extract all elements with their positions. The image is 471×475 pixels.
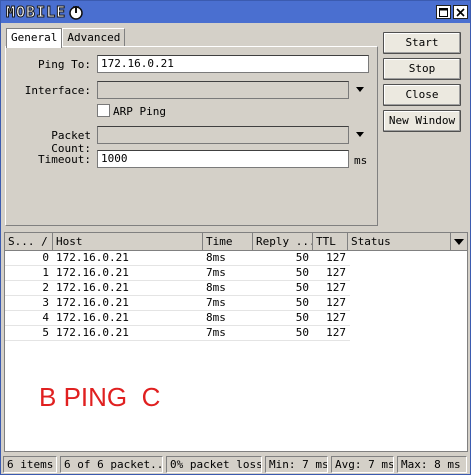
start-button[interactable]: Start [383,32,461,54]
status-bar: 6 items 6 of 6 packet... 0% packet loss … [1,454,470,474]
row-divider [5,310,350,311]
arp-ping-label: ARP Ping [113,105,166,118]
table-row[interactable]: 0 172.16.0.21 8ms 50 127 [5,252,467,264]
column-menu-button[interactable] [451,233,467,251]
new-window-button[interactable]: New Window [383,110,461,132]
timeout-unit: ms [354,154,368,167]
cell-host: 172.16.0.21 [56,267,129,279]
col-ttl-header[interactable]: TTL [313,233,348,251]
cell-time: 8ms [206,312,226,324]
cell-reply: 50 [295,297,309,309]
cell-seq: 1 [42,267,49,279]
status-loss: 0% packet loss [166,456,262,473]
cell-time: 8ms [206,252,226,264]
cell-seq: 2 [42,282,49,294]
table-row[interactable]: 1 172.16.0.21 7ms 50 127 [5,267,467,279]
row-divider [5,265,350,266]
maximize-icon [439,7,448,17]
cell-reply: 50 [295,252,309,264]
cell-host: 172.16.0.21 [56,327,129,339]
cell-time: 8ms [206,282,226,294]
overlay-annotation: B PING C [39,382,161,412]
timeout-label: Timeout: [38,153,91,166]
cell-status [351,297,451,309]
cell-reply: 50 [295,282,309,294]
cell-reply: 50 [295,312,309,324]
interface-label: Interface: [24,84,91,97]
cell-status [351,282,451,294]
ping-window: MOBILE General Advanced Ping To: 172.16.… [0,0,471,475]
row-divider [5,295,350,296]
cell-ttl: 127 [326,312,346,324]
tab-general[interactable]: General [6,28,63,48]
cell-status [351,312,451,324]
col-seq-header[interactable]: S... / [5,233,53,251]
status-items: 6 items [3,456,57,473]
cell-time: 7ms [206,297,226,309]
table-row[interactable]: 5 172.16.0.21 7ms 50 127 [5,327,467,339]
table-row[interactable]: 2 172.16.0.21 8ms 50 127 [5,282,467,294]
close-button[interactable]: Close [383,84,461,106]
results-table[interactable]: S... / Host Time Reply ... TTL Status 01… [4,232,468,452]
arp-ping-checkbox[interactable] [97,104,110,117]
cell-reply: 50 [295,327,309,339]
col-status-header[interactable]: Status [348,233,451,251]
interface-select[interactable] [97,81,349,99]
cell-ttl: 127 [326,267,346,279]
stop-button[interactable]: Stop [383,58,461,80]
tab-advanced[interactable]: Advanced [62,28,126,47]
cell-ttl: 127 [326,252,346,264]
row-divider [5,340,350,341]
table-row[interactable]: 3 172.16.0.21 7ms 50 127 [5,297,467,309]
ping-to-label: Ping To: [38,58,91,71]
cell-host: 172.16.0.21 [56,282,129,294]
cell-time: 7ms [206,267,226,279]
cell-ttl: 127 [326,327,346,339]
packet-count-label: Packet Count: [51,129,91,155]
close-window-button[interactable] [453,5,468,19]
title-bar[interactable]: MOBILE [1,1,470,23]
cell-status [351,327,451,339]
status-max: Max: 8 ms [397,456,467,473]
timeout-input[interactable]: 1000 [97,150,349,168]
logo-mark-icon [69,6,83,20]
cell-host: 172.16.0.21 [56,252,129,264]
cell-reply: 50 [295,267,309,279]
cell-host: 172.16.0.21 [56,297,129,309]
app-logo: MOBILE [4,3,86,22]
interface-dropdown-icon[interactable] [355,85,365,95]
chevron-down-icon [454,239,464,245]
status-min: Min: 7 ms [265,456,328,473]
row-divider [5,280,350,281]
logo-text: MOBILE [5,3,67,22]
cell-seq: 4 [42,312,49,324]
cell-ttl: 127 [326,297,346,309]
maximize-button[interactable] [436,5,451,19]
cell-host: 172.16.0.21 [56,312,129,324]
ping-to-input[interactable]: 172.16.0.21 [97,55,369,73]
tab-bar: General Advanced [6,28,126,48]
cell-ttl: 127 [326,282,346,294]
cell-time: 7ms [206,327,226,339]
col-reply-header[interactable]: Reply ... [253,233,313,251]
col-host-header[interactable]: Host [53,233,203,251]
packet-count-input[interactable] [97,126,349,144]
close-icon [456,7,465,17]
status-avg: Avg: 7 ms [331,456,394,473]
table-header: S... / Host Time Reply ... TTL Status [5,233,467,251]
cell-seq: 0 [42,252,49,264]
cell-seq: 3 [42,297,49,309]
row-divider [5,325,350,326]
cell-seq: 5 [42,327,49,339]
packet-count-dropdown-icon[interactable] [355,130,365,140]
table-row[interactable]: 4 172.16.0.21 8ms 50 127 [5,312,467,324]
cell-status [351,267,451,279]
col-time-header[interactable]: Time [203,233,253,251]
status-packets: 6 of 6 packet... [60,456,163,473]
cell-status [351,252,451,264]
